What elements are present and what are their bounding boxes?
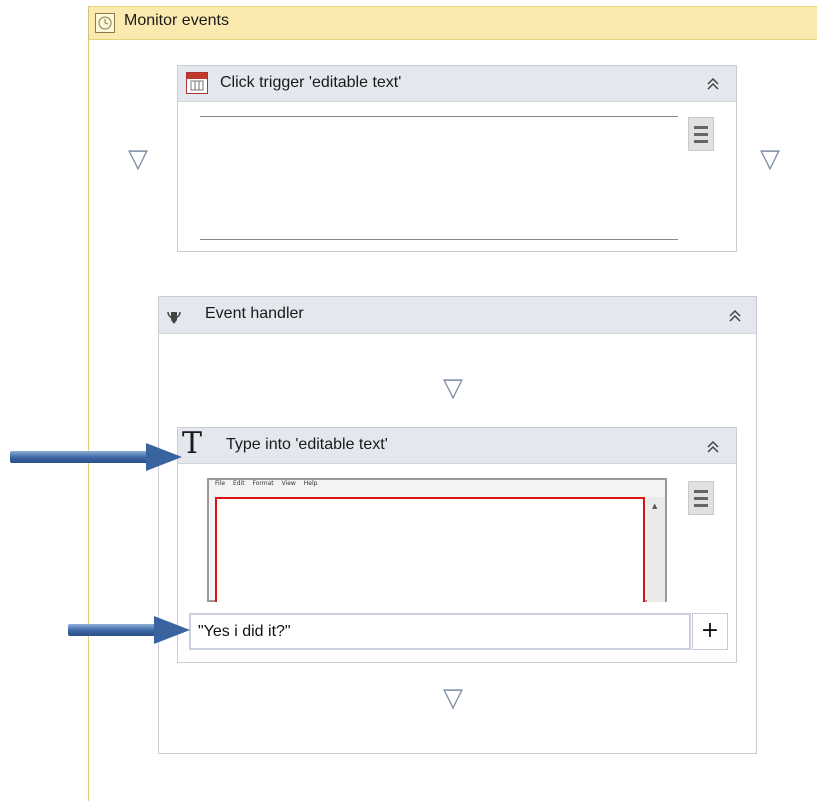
scroll-up-icon: ▲ bbox=[652, 502, 658, 510]
collapse-icon[interactable] bbox=[706, 440, 720, 457]
screenshot-menubar: File Edit Format View Help bbox=[209, 480, 665, 496]
annotation-arrow-icon bbox=[146, 443, 182, 471]
menu-bar bbox=[694, 133, 708, 136]
drop-zone-top-icon[interactable]: ▽ bbox=[443, 375, 463, 401]
double-chevron-up-icon bbox=[707, 440, 719, 453]
menu-bar bbox=[694, 140, 708, 143]
annotation-arrow-icon bbox=[154, 616, 190, 644]
calendar-trigger-icon bbox=[186, 72, 208, 94]
handler-glyph bbox=[167, 311, 181, 324]
menu-bar bbox=[694, 504, 708, 507]
screenshot-menu-item: Help bbox=[303, 480, 318, 487]
trigger-target-top-line bbox=[200, 116, 678, 117]
screenshot-menu-item: Format bbox=[252, 480, 274, 487]
screenshot-menu-item: View bbox=[281, 480, 296, 487]
type-text-input[interactable]: "Yes i did it?" bbox=[189, 613, 691, 650]
calendar-glyph bbox=[187, 73, 207, 91]
text-T-icon: T bbox=[182, 426, 203, 461]
screenshot-highlight-area bbox=[215, 497, 645, 602]
collapse-icon[interactable] bbox=[728, 309, 742, 326]
double-chevron-up-icon bbox=[707, 77, 719, 90]
menu-bar bbox=[694, 490, 708, 493]
drop-zone-right-icon[interactable]: ▽ bbox=[760, 146, 780, 172]
trigger-menu-button[interactable] bbox=[688, 117, 714, 151]
trigger-target-bottom-line bbox=[200, 239, 678, 240]
annotation-arrow-shaft bbox=[10, 451, 150, 463]
drop-zone-bottom-icon[interactable]: ▽ bbox=[443, 685, 463, 711]
add-button[interactable]: + bbox=[692, 613, 728, 650]
monitor-events-border bbox=[88, 40, 89, 801]
screenshot-scrollbar bbox=[647, 497, 665, 602]
drop-zone-left-icon[interactable]: ▽ bbox=[128, 146, 148, 172]
menu-bar bbox=[694, 497, 708, 500]
clock-icon bbox=[95, 13, 115, 33]
event-handler-icon bbox=[164, 306, 184, 330]
double-chevron-up-icon bbox=[729, 309, 741, 322]
annotation-arrow-shaft bbox=[68, 624, 158, 636]
screenshot-menu-item: Edit bbox=[232, 480, 245, 487]
type-into-menu-button[interactable] bbox=[688, 481, 714, 515]
event-handler-title: Event handler bbox=[205, 305, 304, 322]
monitor-events-title: Monitor events bbox=[124, 12, 229, 29]
type-into-title: Type into 'editable text' bbox=[226, 436, 388, 453]
menu-bar bbox=[694, 126, 708, 129]
screenshot-menu-item: File bbox=[215, 480, 226, 487]
click-trigger-title: Click trigger 'editable text' bbox=[220, 74, 402, 91]
collapse-icon[interactable] bbox=[706, 77, 720, 94]
clock-glyph bbox=[98, 16, 112, 30]
